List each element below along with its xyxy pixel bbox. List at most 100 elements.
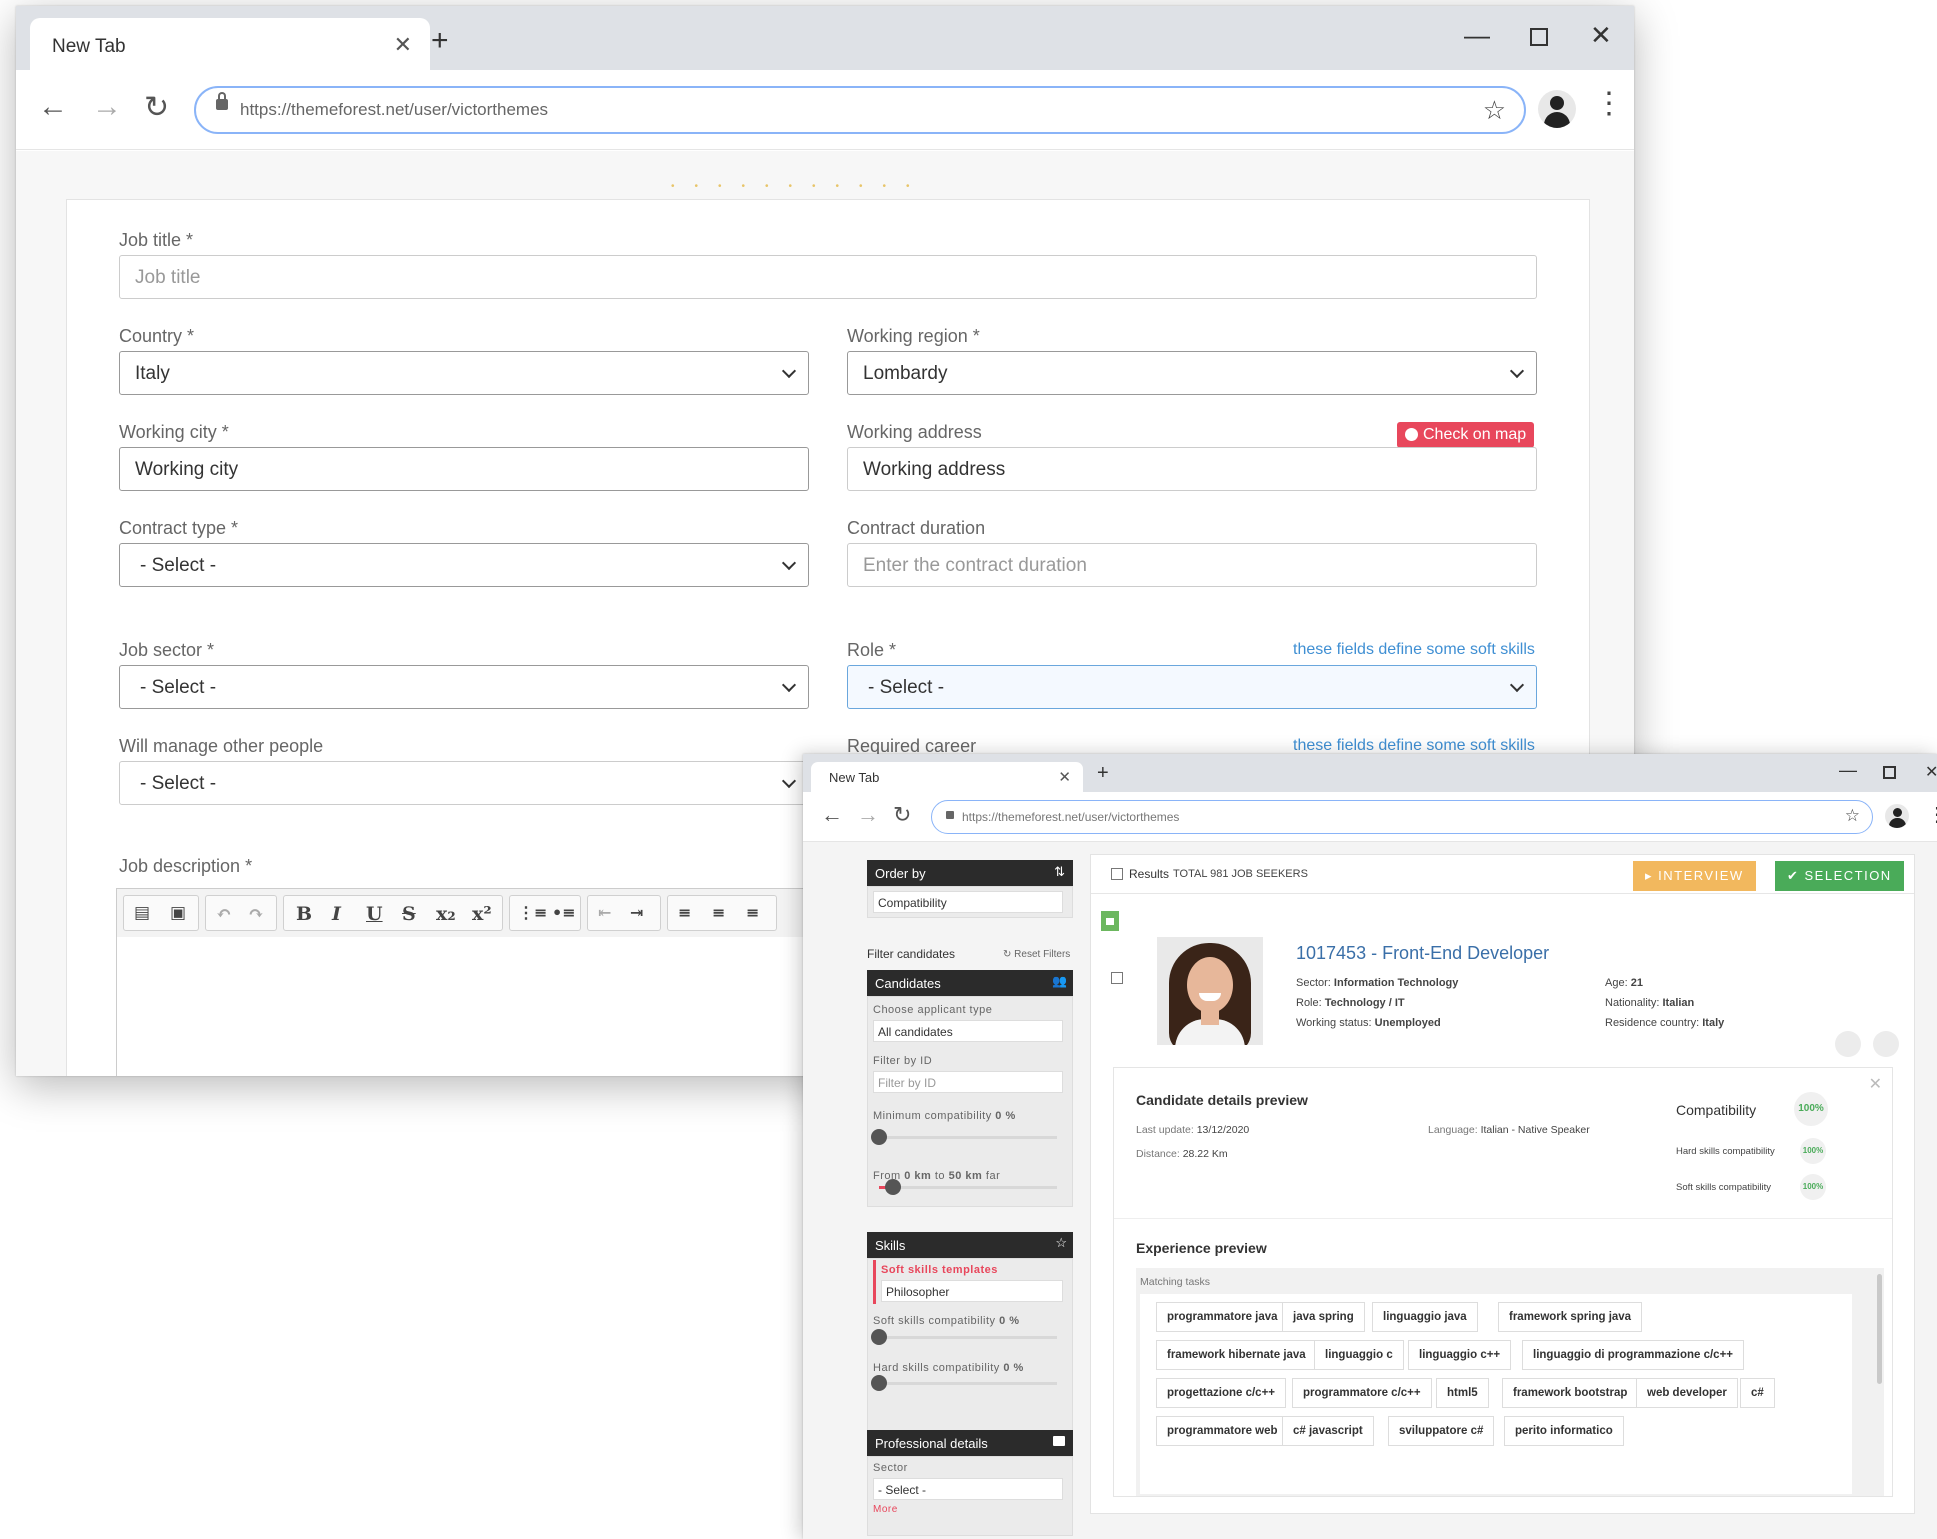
soft-templates-label: Soft skills templates: [881, 1264, 998, 1276]
outdent-icon[interactable]: ⇤: [598, 903, 611, 922]
browser-tab-2[interactable]: New Tab ✕: [811, 762, 1083, 792]
clipboard-group: ▤ ▣: [123, 895, 199, 931]
minimize-icon[interactable]: —: [1839, 760, 1857, 781]
skill-tag: c#: [1740, 1378, 1775, 1408]
region-select[interactable]: Lombardy: [847, 351, 1537, 395]
order-by-select[interactable]: Compatibility: [873, 891, 1063, 913]
bullet-list-icon[interactable]: •≡: [552, 903, 576, 922]
forward-icon[interactable]: →: [92, 90, 122, 124]
applicant-type-select[interactable]: All candidates: [873, 1020, 1063, 1042]
superscript-icon[interactable]: x²: [472, 903, 492, 925]
align-right-icon[interactable]: ≡: [746, 903, 759, 922]
back-icon[interactable]: ←: [821, 802, 843, 828]
professional-title: Professional details: [875, 1436, 988, 1451]
back-icon[interactable]: ←: [38, 90, 68, 124]
profile-avatar-icon[interactable]: [1538, 90, 1576, 128]
address-bar[interactable]: https://themeforest.net/user/victortheme…: [194, 86, 1526, 134]
maximize-icon[interactable]: [1883, 766, 1896, 779]
close-window-icon[interactable]: ✕: [1590, 20, 1612, 51]
job-sector-select[interactable]: - Select -: [119, 665, 809, 709]
close-tab-icon[interactable]: ✕: [1058, 768, 1071, 786]
role-select[interactable]: - Select -: [847, 665, 1537, 709]
divider: [1091, 893, 1914, 894]
forward-icon[interactable]: →: [857, 802, 879, 828]
reset-filters-link[interactable]: ↻ Reset Filters: [1003, 949, 1070, 960]
min-compatibility-label: Minimum compatibility 0 %: [873, 1110, 1016, 1122]
align-center-icon[interactable]: ≡: [712, 903, 725, 922]
profile-avatar-icon[interactable]: [1885, 804, 1909, 828]
reload-icon[interactable]: ↻: [893, 802, 911, 828]
refresh-round-icon[interactable]: [1835, 1031, 1861, 1057]
soft-templates-select[interactable]: Philosopher: [881, 1280, 1063, 1302]
close-preview-icon[interactable]: ✕: [1869, 1074, 1882, 1094]
hard-compat-value: 0 %: [1003, 1362, 1024, 1374]
bookmark-star-icon[interactable]: ☆: [1483, 95, 1506, 126]
bold-icon[interactable]: B: [296, 903, 312, 925]
loading-dots: •••••••••••: [671, 181, 930, 192]
matching-tasks-area: Matching tasks programmatore java java s…: [1136, 1268, 1884, 1496]
manage-people-select[interactable]: - Select -: [119, 761, 809, 805]
preview-title: Candidate details preview: [1136, 1092, 1308, 1108]
city-input[interactable]: Working city: [119, 447, 809, 491]
job-description-label: Job description *: [119, 856, 253, 876]
underline-icon[interactable]: U: [366, 903, 383, 925]
paste-text-icon[interactable]: ▣: [170, 903, 186, 923]
hard-skills-badge: 100%: [1800, 1138, 1826, 1164]
skill-tag: sviluppatore c#: [1388, 1416, 1495, 1446]
role-value: Technology / IT: [1324, 997, 1405, 1009]
interview-button[interactable]: ▸ INTERVIEW: [1633, 861, 1756, 891]
browser-menu-icon[interactable]: ⋮: [1594, 86, 1624, 121]
browser-tab[interactable]: New Tab ✕: [30, 18, 430, 70]
more-link[interactable]: More: [873, 1504, 898, 1515]
residence-key: Residence country:: [1605, 1017, 1700, 1029]
job-title-label: Job title *: [119, 230, 194, 250]
contract-duration-input[interactable]: Enter the contract duration: [847, 543, 1537, 587]
check-on-map-button[interactable]: Check on map: [1397, 422, 1535, 448]
reload-icon[interactable]: ↻: [144, 90, 169, 125]
select-all-checkbox[interactable]: [1111, 868, 1123, 880]
candidate-title[interactable]: 1017453 - Front-End Developer: [1296, 943, 1549, 964]
numbered-list-icon[interactable]: ⋮≡: [518, 903, 547, 922]
redo-icon[interactable]: ↷: [248, 903, 264, 925]
undo-icon[interactable]: ↶: [216, 903, 232, 925]
address-bar-2[interactable]: https://themeforest.net/user/victortheme…: [931, 800, 1873, 834]
skill-tag: c# javascript: [1282, 1416, 1374, 1446]
skill-tag: linguaggio c: [1314, 1340, 1404, 1370]
close-window-icon[interactable]: ✕: [1925, 762, 1937, 782]
maximize-icon[interactable]: [1530, 22, 1548, 53]
min-compat-slider[interactable]: [871, 1129, 887, 1145]
soft-compat-label: Soft skills compatibility 0 %: [873, 1315, 1020, 1327]
browser-menu-icon[interactable]: ⋮: [1927, 802, 1937, 827]
tag-cloud: programmatore java java spring linguaggi…: [1140, 1294, 1852, 1494]
italic-icon[interactable]: I: [332, 903, 341, 925]
strikethrough-icon[interactable]: S: [402, 903, 416, 925]
required-marker: [873, 1260, 876, 1304]
unlock-icon[interactable]: [1101, 911, 1119, 931]
sort-icon[interactable]: ⇅: [1054, 864, 1065, 880]
paste-icon[interactable]: ▤: [134, 903, 150, 923]
subscript-icon[interactable]: x₂: [436, 903, 456, 925]
close-tab-icon[interactable]: ✕: [394, 32, 412, 58]
min-compat-track: [879, 1136, 1057, 1139]
soft-skills-hint: these fields define some soft skills: [1293, 641, 1535, 658]
url-text-2: https://themeforest.net/user/victortheme…: [962, 810, 1180, 824]
job-title-input[interactable]: Job title: [119, 255, 1537, 299]
contract-type-select[interactable]: - Select -: [119, 543, 809, 587]
country-select[interactable]: Italy: [119, 351, 809, 395]
hard-compat-slider[interactable]: [871, 1375, 887, 1391]
job-description-editor[interactable]: [116, 937, 876, 1076]
align-left-icon[interactable]: ≡: [678, 903, 691, 922]
candidate-checkbox[interactable]: [1111, 972, 1123, 984]
sector-select[interactable]: - Select -: [873, 1478, 1063, 1500]
soft-compat-slider[interactable]: [871, 1329, 887, 1345]
address-input[interactable]: Working address: [847, 447, 1537, 491]
minimize-icon[interactable]: —: [1464, 20, 1490, 51]
new-tab-icon[interactable]: +: [431, 26, 449, 56]
tags-scrollbar[interactable]: [1877, 1274, 1882, 1384]
bookmark-star-icon[interactable]: ☆: [1845, 806, 1860, 826]
new-tab-icon[interactable]: +: [1097, 762, 1109, 785]
filter-id-input[interactable]: Filter by ID: [873, 1071, 1063, 1093]
indent-icon[interactable]: ⇥: [630, 903, 643, 922]
share-round-icon[interactable]: [1873, 1031, 1899, 1057]
selection-button[interactable]: ✔ SELECTION: [1775, 861, 1904, 891]
